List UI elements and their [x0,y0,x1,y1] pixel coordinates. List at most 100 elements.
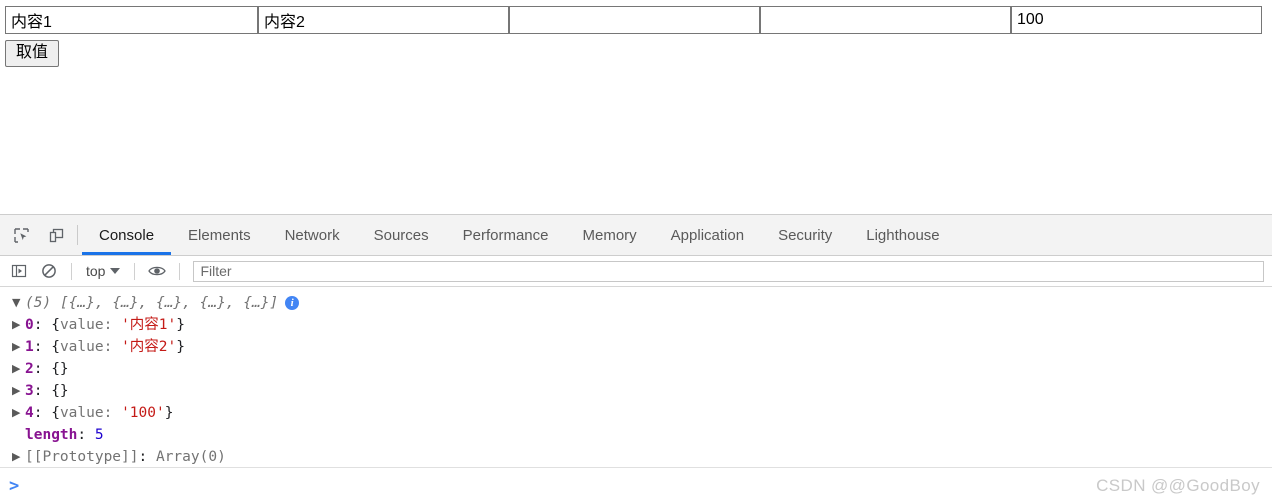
tab-performance[interactable]: Performance [446,215,566,255]
brace-open: { [51,405,60,421]
tab-elements[interactable]: Elements [171,215,268,255]
disclosure-triangle-icon[interactable] [12,380,25,402]
eye-glyph [148,266,167,276]
text-input-2[interactable] [258,6,509,34]
tab-application[interactable]: Application [654,215,761,255]
brace-open: { [51,317,60,333]
tab-label: Performance [462,226,549,244]
object-index: 4 [25,405,34,421]
object-row[interactable]: 4: {value: '100'} [0,402,1272,424]
tab-label: Console [99,226,155,244]
colon: : [138,449,148,465]
object-prop-name: value: [59,339,113,355]
object-index: 1 [25,339,34,355]
live-expression-eye-icon[interactable] [144,258,170,284]
tab-sources[interactable]: Sources [357,215,446,255]
object-row[interactable]: 0: {value: '内容1'} [0,314,1272,336]
prototype-key: [[Prototype]] [25,449,139,465]
prompt-caret-icon: > [9,475,20,496]
text-input-5[interactable] [1011,6,1262,34]
colon: : [33,317,43,333]
tab-label: Security [778,226,833,244]
colon: : [33,405,43,421]
object-row[interactable]: 3: {} [0,380,1272,402]
object-index: 0 [25,317,34,333]
console-output: (5) [{…}, {…}, {…}, {…}, {…}]i 0: {value… [0,287,1272,465]
object-prop-name: value: [59,317,113,333]
text-input-1[interactable] [5,6,258,34]
colon: : [33,361,43,377]
length-row: length: 5 [0,424,1272,446]
button-row: 取值 [5,40,60,68]
clear-console-glyph [42,264,56,278]
brace-open: { [51,339,60,355]
tab-label: Elements [188,226,251,244]
colon: : [77,427,87,443]
console-toolbar: top [0,256,1272,287]
get-value-button[interactable]: 取值 [5,40,60,68]
object-prop-value: '内容2' [121,339,177,355]
tab-label: Application [670,226,745,244]
console-context-selector[interactable]: top [81,261,125,281]
tab-label: Memory [582,226,637,244]
web-page-content: 取值 [0,0,1272,214]
tab-console[interactable]: Console [82,215,172,255]
prototype-value: Array(0) [155,449,226,465]
object-index: 2 [25,361,34,377]
colon: : [33,339,43,355]
console-context-label: top [86,263,106,279]
length-key: length [25,427,78,443]
chevron-down-icon [110,268,121,274]
info-badge-icon[interactable]: i [285,296,300,310]
devtools-tool-icons [0,215,75,255]
brace-close: } [176,317,185,333]
empty-object: {} [51,361,69,377]
object-prop-name: value: [59,405,113,421]
console-filter-input[interactable] [193,260,1264,282]
object-row[interactable]: 1: {value: '内容2'} [0,336,1272,358]
console-prompt-row[interactable]: > CSDN @@GoodBoy [0,467,1272,503]
console-prompt-input[interactable] [31,468,1272,503]
input-field-row [5,6,1267,34]
inspect-element-icon[interactable] [8,222,34,248]
device-toolbar-icon[interactable] [43,222,69,248]
prototype-row[interactable]: [[Prototype]]: Array(0) [0,446,1272,465]
text-input-4[interactable] [760,6,1011,34]
object-index: 3 [25,383,34,399]
devtools-tab-list: Console Elements Network Sources Perform… [82,215,957,255]
console-sidebar-icon[interactable] [6,258,32,284]
brace-close: } [176,339,185,355]
disclosure-triangle-icon[interactable] [12,314,25,336]
clear-console-icon[interactable] [36,258,62,284]
tab-security[interactable]: Security [761,215,849,255]
array-count: (5) [25,295,52,311]
disclosure-triangle-icon[interactable] [12,336,25,358]
text-input-3[interactable] [509,6,760,34]
tab-label: Network [284,226,340,244]
devtools-panel: Console Elements Network Sources Perform… [0,214,1272,503]
tab-label: Sources [373,226,429,244]
tab-lighthouse[interactable]: Lighthouse [849,215,956,255]
disclosure-triangle-icon[interactable] [12,292,25,314]
disclosure-triangle-icon[interactable] [12,446,25,465]
console-sidebar-glyph [11,264,27,278]
toolbar-divider [77,225,78,245]
device-toolbar-glyph [49,228,63,242]
object-prop-value: '内容1' [121,317,177,333]
disclosure-triangle-icon[interactable] [12,402,25,424]
length-value: 5 [94,427,104,443]
toolbar-divider [134,262,136,280]
toolbar-divider [71,262,72,280]
tab-memory[interactable]: Memory [566,215,654,255]
watermark-text: CSDN @@GoodBoy [1096,476,1260,495]
console-array-root[interactable]: (5) [{…}, {…}, {…}, {…}, {…}] i [0,292,1272,314]
object-prop-value: '100' [121,405,165,421]
tab-label: Lighthouse [866,226,940,244]
inspect-element-glyph [13,227,29,243]
object-row[interactable]: 2: {} [0,358,1272,380]
toolbar-divider [179,262,181,280]
colon: : [33,383,43,399]
tab-network[interactable]: Network [268,215,357,255]
disclosure-triangle-icon[interactable] [12,358,25,380]
